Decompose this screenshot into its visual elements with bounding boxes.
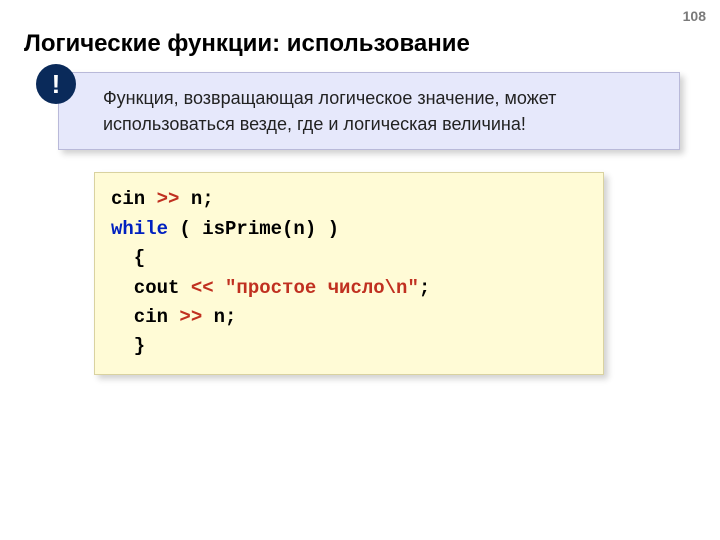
code-text: cin — [111, 306, 179, 328]
code-text: n; — [202, 306, 236, 328]
code-text: n; — [179, 188, 213, 210]
code-text: { — [111, 247, 145, 269]
callout: ! Функция, возвращающая логическое значе… — [58, 72, 680, 150]
code-text: cin — [111, 188, 157, 210]
code-text: >> — [157, 188, 180, 210]
code-text: while — [111, 218, 168, 240]
code-text: ( isPrime(n) ) — [168, 218, 339, 240]
code-text: >> — [179, 306, 202, 328]
code-text: ; — [419, 277, 430, 299]
code-text: << "простое число\n" — [191, 277, 419, 299]
code-text: } — [111, 335, 145, 357]
page-number: 108 — [683, 8, 706, 24]
page-title: Логические функции: использование — [24, 30, 696, 58]
callout-text: Функция, возвращающая логическое значени… — [58, 72, 680, 150]
code-text: cout — [111, 277, 191, 299]
exclamation-icon: ! — [36, 64, 76, 104]
code-block: cin >> n; while ( isPrime(n) ) { cout <<… — [94, 172, 604, 375]
